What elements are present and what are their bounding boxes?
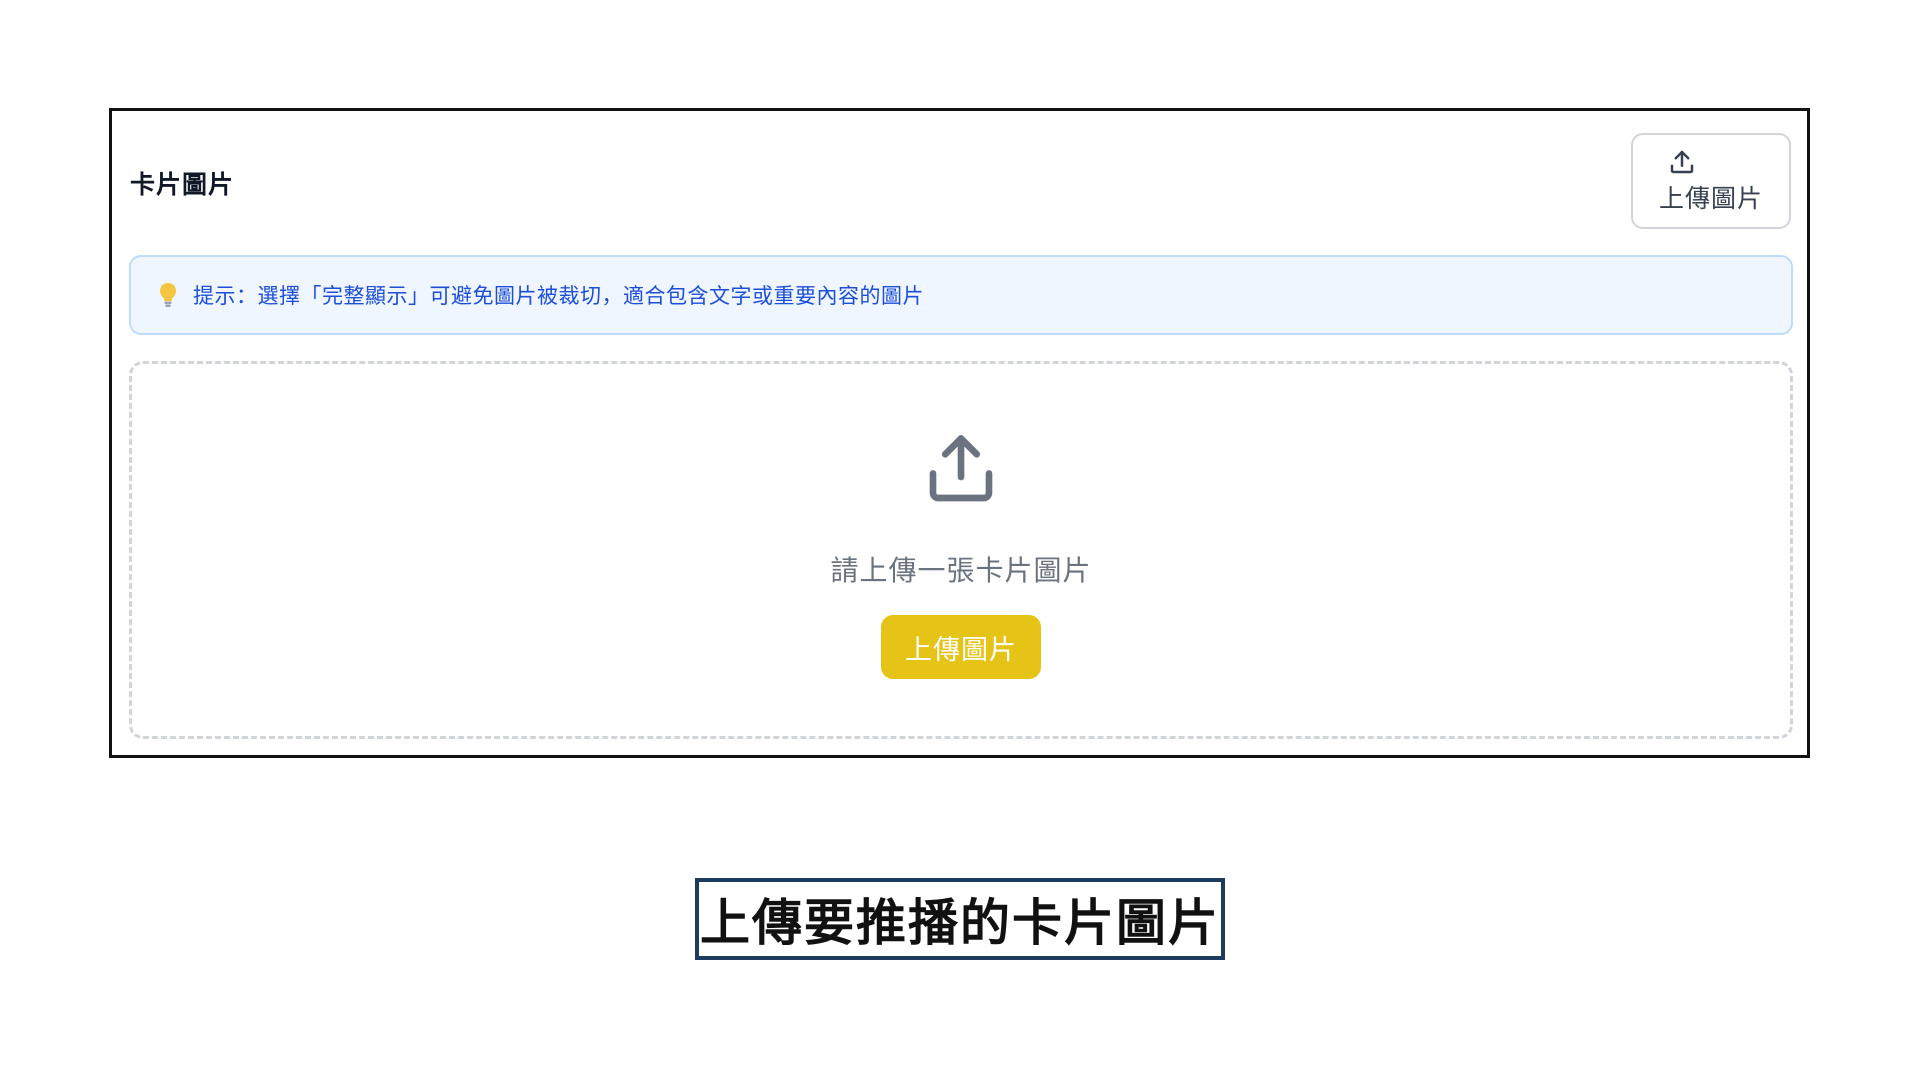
upload-image-button[interactable]: 上傳圖片 [1631,133,1791,229]
upload-icon [1670,150,1694,174]
section-title: 卡片圖片 [130,170,235,199]
image-dropzone[interactable]: 請上傳一張卡片圖片 上傳圖片 [129,361,1793,739]
lightbulb-icon [160,283,176,307]
dropzone-upload-button[interactable]: 上傳圖片 [881,615,1041,679]
upload-icon [929,435,993,502]
card-image-panel: 卡片圖片 上傳圖片 提示：選擇「完整顯示」可避免圖片被裁切，適合包含文字或重要內… [109,108,1810,758]
caption-title: 上傳要推播的卡片圖片 [695,878,1225,960]
tip-text: 提示：選擇「完整顯示」可避免圖片被裁切，適合包含文字或重要內容的圖片 [193,284,924,308]
tip-banner: 提示：選擇「完整顯示」可避免圖片被裁切，適合包含文字或重要內容的圖片 [129,255,1793,335]
upload-image-button-label: 上傳圖片 [1658,184,1763,213]
dropzone-hint: 請上傳一張卡片圖片 [830,554,1092,587]
